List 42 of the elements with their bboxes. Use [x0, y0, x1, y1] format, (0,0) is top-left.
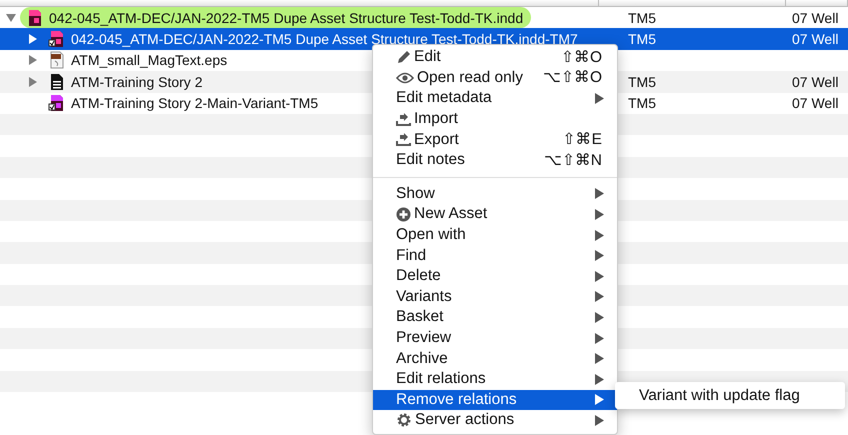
disclosure-triangle-icon[interactable] — [28, 34, 38, 44]
add-icon — [396, 206, 411, 222]
menu-item[interactable]: Archive — [373, 348, 617, 369]
menu-item[interactable]: Remove relations — [373, 390, 617, 410]
menu-item[interactable]: New Asset — [373, 204, 617, 225]
table-row[interactable]: 042-045_ATM-DEC/JAN-2022-TM5 Dupe Asset Structure Test-Todd-TK.indd TM5 07 Well — [0, 7, 848, 28]
edition-cell: TM5 — [628, 74, 656, 90]
eye-icon — [396, 72, 414, 84]
edition-cell: TM5 — [628, 10, 656, 26]
menu-item[interactable]: Basket — [373, 307, 617, 328]
menu-item[interactable]: Server actions — [373, 410, 617, 431]
shortcut-text: ⇧⌘O — [560, 48, 602, 67]
section-cell: 07 Well — [792, 74, 838, 90]
section-cell: 07 Well — [792, 31, 838, 48]
menu-item[interactable]: Variant with update flag — [615, 382, 845, 409]
shortcut-text: ⌥⇧⌘O — [542, 68, 602, 88]
menu-item[interactable]: Delete — [373, 266, 617, 287]
menu-item[interactable]: Open with — [373, 224, 617, 246]
menu-item[interactable]: Edit notes ⌥⇧⌘N — [373, 150, 617, 171]
menu-item[interactable]: Edit ⇧⌘O — [373, 47, 617, 68]
pencil-icon — [396, 50, 411, 65]
section-cell: 07 Well — [792, 10, 838, 26]
export-icon — [396, 132, 411, 148]
edition-cell: TM5 — [628, 31, 656, 48]
edition-cell: TM5 — [628, 95, 656, 112]
disclosure-triangle-icon[interactable] — [28, 76, 38, 87]
shortcut-text: ⇧⌘E — [562, 130, 602, 150]
disclosure-triangle-icon[interactable] — [6, 12, 16, 23]
menu-item[interactable]: Export ⇧⌘E — [373, 129, 617, 150]
section-cell: 07 Well — [792, 95, 838, 112]
table-row[interactable]: 042-045_ATM-DEC/JAN-2022-TM5 Dupe Asset Structure Test-Todd-TK.indd-TM7 TM5 07 Well — [0, 28, 848, 50]
file-name: 042-045_ATM-DEC/JAN-2022-TM5 Dupe Asset Structure Test-Todd-TK.indd-TM7 — [71, 31, 578, 48]
file-name: 042-045_ATM-DEC/JAN-2022-TM5 Dupe Asset Structure Test-Todd-TK.indd — [49, 10, 524, 26]
menu-item[interactable]: Show — [373, 184, 617, 204]
menu-item[interactable]: Import — [373, 108, 617, 130]
file-name: ATM_small_MagText.eps — [71, 52, 228, 68]
import-icon — [396, 112, 411, 127]
disclosure-triangle-icon[interactable] — [28, 55, 38, 66]
file-name: ATM-Training Story 2-Main-Variant-TM5 — [71, 95, 318, 112]
settings-icon — [396, 412, 412, 428]
shortcut-text: ⌥⇧⌘N — [544, 150, 602, 170]
file-name: ATM-Training Story 2 — [71, 74, 202, 90]
